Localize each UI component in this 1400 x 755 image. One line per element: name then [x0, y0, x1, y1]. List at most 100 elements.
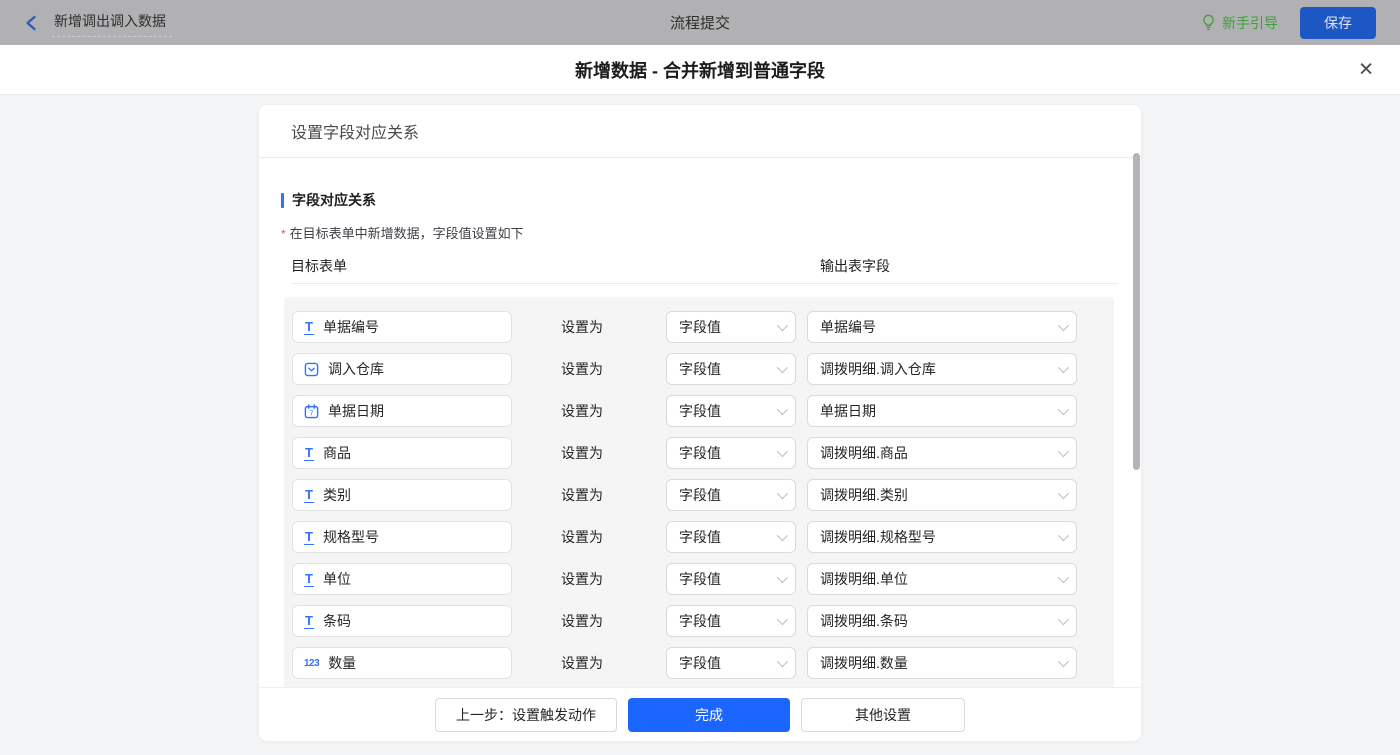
target-field[interactable]: T 类别 [292, 479, 512, 511]
prev-step-button[interactable]: 上一步：设置触发动作 [435, 698, 617, 732]
mapping-row: T 单据编号 设置为 字段值 单据编号 [292, 311, 1078, 343]
chevron-down-icon [1058, 362, 1069, 373]
mode-select[interactable]: 字段值 [666, 605, 796, 637]
output-field-select[interactable]: 调拨明细.类别 [807, 479, 1077, 511]
set-as-label: 设置为 [523, 359, 655, 379]
chevron-down-icon [777, 362, 788, 373]
chevron-down-icon [777, 404, 788, 415]
set-as-label: 设置为 [523, 569, 655, 589]
output-field-select[interactable]: 调拨明细.条码 [807, 605, 1077, 637]
target-field-label: 规格型号 [323, 527, 379, 547]
chevron-down-icon [1058, 488, 1069, 499]
mapping-row: 123 数量 设置为 字段值 调拨明细.数量 [292, 647, 1078, 679]
column-header-target-form: 目标表单 [291, 256, 347, 276]
chevron-left-icon [24, 15, 38, 31]
chevron-down-icon [1058, 404, 1069, 415]
output-field-select[interactable]: 调拨明细.调入仓库 [807, 353, 1077, 385]
chevron-down-icon [777, 614, 788, 625]
text-field-icon: T [304, 446, 314, 461]
beginner-guide-link[interactable]: 新手引导 [1201, 13, 1278, 33]
target-field[interactable]: T 规格型号 [292, 521, 512, 553]
guide-label: 新手引导 [1222, 13, 1278, 33]
modal-title: 新增数据 - 合并新增到普通字段 [575, 57, 825, 83]
target-field[interactable]: T 单位 [292, 563, 512, 595]
chevron-down-icon [777, 572, 788, 583]
output-field-select[interactable]: 调拨明细.数量 [807, 647, 1077, 679]
text-field-icon: T [304, 530, 314, 545]
output-field-select[interactable]: 调拨明细.规格型号 [807, 521, 1077, 553]
output-field-select[interactable]: 单据编号 [807, 311, 1077, 343]
target-field[interactable]: 123 数量 [292, 647, 512, 679]
set-as-label: 设置为 [523, 527, 655, 547]
select-field-icon [304, 362, 319, 377]
topbar-right: 新手引导 保存 [1201, 7, 1376, 39]
target-field[interactable]: T 条码 [292, 605, 512, 637]
done-button[interactable]: 完成 [628, 698, 790, 732]
output-field-select[interactable]: 调拨明细.商品 [807, 437, 1077, 469]
target-field[interactable]: 调入仓库 [292, 353, 512, 385]
section-head: 字段对应关系 [281, 190, 1141, 210]
chevron-down-icon [1058, 572, 1069, 583]
card-footer: 上一步：设置触发动作 完成 其他设置 [259, 687, 1141, 741]
header-divider [291, 283, 1118, 284]
target-field-label: 条码 [323, 611, 351, 631]
back-button[interactable] [24, 15, 38, 31]
target-field[interactable]: T 单据编号 [292, 311, 512, 343]
flow-name[interactable]: 新增调出调入数据 [52, 9, 172, 37]
mapping-row: T 类别 设置为 字段值 调拨明细.类别 [292, 479, 1078, 511]
mapping-row: 7 单据日期 设置为 字段值 单据日期 [292, 395, 1078, 427]
mapping-row: T 商品 设置为 字段值 调拨明细.商品 [292, 437, 1078, 469]
chevron-down-icon [1058, 446, 1069, 457]
topbar-left: 新增调出调入数据 [24, 9, 172, 37]
mode-select[interactable]: 字段值 [666, 563, 796, 595]
field-mapping-card: 设置字段对应关系 字段对应关系 * 在目标表单中新增数据，字段值设置如下 目标表单… [259, 105, 1141, 741]
topbar-title: 流程提交 [0, 12, 1400, 33]
chevron-down-icon [777, 320, 788, 331]
mode-select[interactable]: 字段值 [666, 479, 796, 511]
target-field-label: 类别 [323, 485, 351, 505]
target-field-label: 数量 [328, 653, 356, 673]
note-text: 在目标表单中新增数据，字段值设置如下 [290, 226, 524, 241]
lightbulb-icon [1201, 14, 1216, 31]
set-as-label: 设置为 [523, 443, 655, 463]
modal-body: 设置字段对应关系 字段对应关系 * 在目标表单中新增数据，字段值设置如下 目标表单… [0, 95, 1400, 755]
modal-header: 新增数据 - 合并新增到普通字段 ✕ [0, 45, 1400, 95]
mode-select[interactable]: 字段值 [666, 353, 796, 385]
vertical-scrollbar[interactable] [1133, 153, 1140, 470]
output-field-select[interactable]: 调拨明细.单位 [807, 563, 1077, 595]
close-icon[interactable]: ✕ [1358, 60, 1374, 79]
mode-select[interactable]: 字段值 [666, 647, 796, 679]
card-header: 设置字段对应关系 [259, 105, 1141, 158]
chevron-down-icon [777, 530, 788, 541]
required-mark: * [281, 227, 286, 241]
mode-select[interactable]: 字段值 [666, 521, 796, 553]
section-title: 字段对应关系 [292, 190, 376, 210]
save-button[interactable]: 保存 [1300, 7, 1376, 39]
target-field-label: 调入仓库 [328, 359, 384, 379]
column-headers: 目标表单 输出表字段 [259, 256, 1141, 274]
svg-text:7: 7 [310, 410, 314, 417]
section-note: * 在目标表单中新增数据，字段值设置如下 [281, 223, 1141, 242]
mapping-row: T 单位 设置为 字段值 调拨明细.单位 [292, 563, 1078, 595]
target-field-label: 单据日期 [328, 401, 384, 421]
mapping-row: T 规格型号 设置为 字段值 调拨明细.规格型号 [292, 521, 1078, 553]
mapping-row: T 条码 设置为 字段值 调拨明细.条码 [292, 605, 1078, 637]
column-header-output-fields: 输出表字段 [820, 256, 890, 276]
output-field-select[interactable]: 单据日期 [807, 395, 1077, 427]
mode-select[interactable]: 字段值 [666, 311, 796, 343]
chevron-down-icon [1058, 614, 1069, 625]
target-field[interactable]: T 商品 [292, 437, 512, 469]
target-field[interactable]: 7 单据日期 [292, 395, 512, 427]
other-settings-button[interactable]: 其他设置 [801, 698, 965, 732]
chevron-down-icon [777, 446, 788, 457]
card-content: 字段对应关系 * 在目标表单中新增数据，字段值设置如下 目标表单 输出表字段 T … [259, 190, 1141, 735]
target-field-label: 单位 [323, 569, 351, 589]
mode-select[interactable]: 字段值 [666, 395, 796, 427]
text-field-icon: T [304, 572, 314, 587]
set-as-label: 设置为 [523, 653, 655, 673]
mode-select[interactable]: 字段值 [666, 437, 796, 469]
set-as-label: 设置为 [523, 317, 655, 337]
section-accent-bar [281, 193, 284, 208]
text-field-icon: T [304, 488, 314, 503]
card-title: 设置字段对应关系 [291, 119, 419, 143]
